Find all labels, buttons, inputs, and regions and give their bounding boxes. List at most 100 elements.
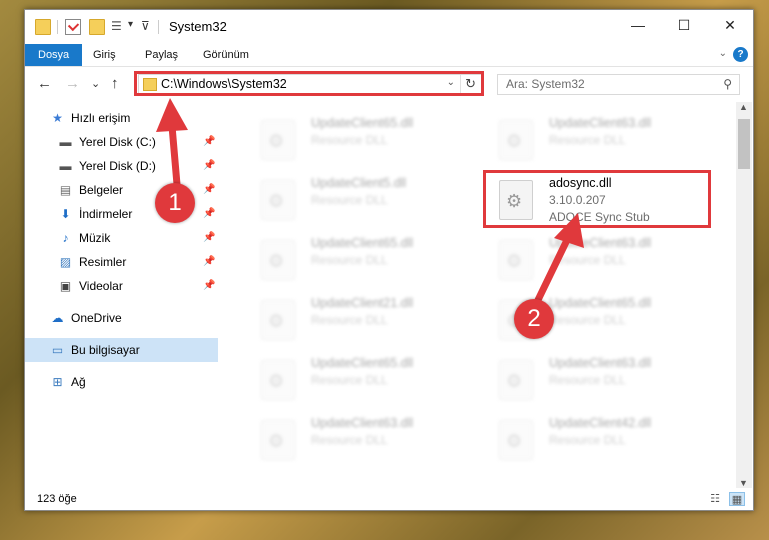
file-list: UpdateClient65.dll Resource DLL UpdateCl… <box>219 102 735 488</box>
file-item[interactable]: UpdateClient5.dll Resource DLL <box>241 174 469 226</box>
file-type: Resource DLL <box>311 133 388 147</box>
file-type: Resource DLL <box>549 313 626 327</box>
sidebar-item-drive-c[interactable]: ▬ Yerel Disk (C:) 📌 <box>25 130 218 154</box>
pin-icon: 📌 <box>203 136 216 147</box>
file-item[interactable]: UpdateClient65.dll Resource DLL <box>241 354 469 406</box>
recent-locations-button[interactable]: ⌄ <box>91 77 100 90</box>
sidebar-item-label: Yerel Disk (C:) <box>79 135 156 149</box>
file-highlight-box <box>483 170 711 228</box>
file-name: UpdateClient42.dll <box>549 416 652 430</box>
file-item[interactable]: UpdateClient63.dll Resource DLL <box>479 354 707 406</box>
file-item[interactable]: UpdateClient63.dll Resource DLL <box>479 114 707 166</box>
computer-icon: ▭ <box>51 343 64 357</box>
file-name: UpdateClient63.dll <box>549 116 652 130</box>
up-button[interactable]: ↑ <box>111 75 119 92</box>
file-type: Resource DLL <box>311 253 388 267</box>
sidebar-item-label: Bu bilgisayar <box>71 343 140 357</box>
scroll-thumb[interactable] <box>738 119 750 169</box>
details-view-icon[interactable]: ☷ <box>707 492 723 506</box>
scroll-up-icon[interactable]: ▲ <box>739 102 748 112</box>
pin-icon: 📌 <box>203 160 216 171</box>
file-type: Resource DLL <box>311 193 388 207</box>
sidebar-item-videos[interactable]: ▣ Videolar 📌 <box>25 274 218 298</box>
dll-file-icon <box>499 420 533 460</box>
status-bar: 123 öğe ☷ ▦ <box>25 489 753 510</box>
ribbon-tabs: Dosya Giriş Paylaş Görünüm ⌄ ? <box>25 44 753 67</box>
dll-file-icon <box>499 240 533 280</box>
new-folder-icon[interactable] <box>89 19 105 35</box>
sidebar-item-label: Ağ <box>71 375 86 389</box>
documents-icon: ▤ <box>59 183 72 197</box>
quick-access-dropdown-icon[interactable]: ⊽ <box>141 19 150 33</box>
tab-file[interactable]: Dosya <box>25 44 83 66</box>
drive-icon: ▬ <box>59 159 72 173</box>
divider <box>158 20 159 34</box>
chevron-down-icon[interactable]: ▾ <box>128 19 133 30</box>
sidebar-item-drive-d[interactable]: ▬ Yerel Disk (D:) 📌 <box>25 154 218 178</box>
help-icon[interactable]: ? <box>733 47 748 62</box>
sidebar-item-music[interactable]: ♪ Müzik 📌 <box>25 226 218 250</box>
file-name: UpdateClient63.dll <box>549 356 652 370</box>
file-type: Resource DLL <box>311 313 388 327</box>
customize-icon[interactable]: ☰ <box>111 19 125 33</box>
window-title: System32 <box>169 19 227 34</box>
sidebar-item-label: Müzik <box>79 231 111 245</box>
tab-home[interactable]: Giriş <box>83 44 126 66</box>
file-name: UpdateClient21.dll <box>311 296 414 310</box>
file-type: Resource DLL <box>549 373 626 387</box>
maximize-button[interactable]: ☐ <box>661 10 707 40</box>
sidebar-item-network[interactable]: ⊞ Ağ <box>25 370 218 394</box>
pin-icon: 📌 <box>203 280 216 291</box>
dll-file-icon <box>261 360 295 400</box>
file-item[interactable]: UpdateClient63.dll Resource DLL <box>241 414 469 466</box>
tiles-view-icon[interactable]: ▦ <box>729 492 745 506</box>
file-type: Resource DLL <box>311 373 388 387</box>
file-item[interactable]: UpdateClient65.dll Resource DLL <box>241 114 469 166</box>
download-icon: ⬇ <box>60 207 71 221</box>
back-button[interactable]: ← <box>37 75 52 92</box>
folder-icon <box>35 19 51 35</box>
forward-button[interactable]: → <box>65 75 80 92</box>
address-highlight-box <box>134 71 484 96</box>
file-item[interactable]: UpdateClient21.dll Resource DLL <box>241 294 469 346</box>
tab-share[interactable]: Paylaş <box>135 44 188 66</box>
expand-ribbon-icon[interactable]: ⌄ <box>719 48 727 59</box>
pin-icon: 📌 <box>203 256 216 267</box>
properties-icon[interactable] <box>65 19 81 35</box>
file-name: UpdateClient65.dll <box>311 236 414 250</box>
navigation-pane: ★ Hızlı erişim ▬ Yerel Disk (C:) 📌 ▬ Yer… <box>25 106 218 491</box>
file-type: Resource DLL <box>311 433 388 447</box>
sidebar-item-label: Yerel Disk (D:) <box>79 159 156 173</box>
explorer-window: ☰ ▾ ⊽ System32 — ☐ ✕ Dosya Giriş Paylaş … <box>24 9 754 511</box>
file-name: UpdateClient63.dll <box>549 236 652 250</box>
sidebar-item-this-pc[interactable]: ▭ Bu bilgisayar <box>25 338 218 362</box>
dll-file-icon <box>499 120 533 160</box>
close-button[interactable]: ✕ <box>707 10 753 40</box>
file-item[interactable]: UpdateClient63.dll Resource DLL <box>479 234 707 286</box>
file-name: UpdateClient5.dll <box>311 176 407 190</box>
file-item[interactable]: UpdateClient65.dll Resource DLL <box>241 234 469 286</box>
sidebar-item-label: OneDrive <box>71 311 122 325</box>
dll-file-icon <box>261 300 295 340</box>
music-icon: ♪ <box>62 231 69 245</box>
minimize-button[interactable]: — <box>615 10 661 40</box>
sidebar-item-label: Resimler <box>79 255 127 269</box>
dll-file-icon <box>261 420 295 460</box>
vertical-scrollbar[interactable]: ▲ ▼ <box>736 102 752 488</box>
sidebar-item-quick-access[interactable]: ★ Hızlı erişim <box>25 106 218 130</box>
dll-file-icon <box>261 180 295 220</box>
dll-file-icon <box>261 240 295 280</box>
sidebar-item-label: Hızlı erişim <box>71 111 131 125</box>
file-name: UpdateClient65.dll <box>311 116 414 130</box>
sidebar-item-pictures[interactable]: ▨ Resimler 📌 <box>25 250 218 274</box>
dll-file-icon <box>499 360 533 400</box>
search-input[interactable]: Ara: System32 ⚲ <box>497 74 740 95</box>
tab-view[interactable]: Görünüm <box>193 44 259 66</box>
sidebar-item-label: İndirmeler <box>79 207 133 221</box>
scroll-down-icon[interactable]: ▼ <box>739 478 748 488</box>
search-placeholder: Ara: System32 <box>506 77 585 91</box>
search-icon[interactable]: ⚲ <box>723 77 732 91</box>
navigation-bar: ← → ⌄ ↑ C:\Windows\System32 ⌄ ↻ Ara: Sys… <box>25 67 753 101</box>
sidebar-item-onedrive[interactable]: ☁ OneDrive <box>25 306 218 330</box>
file-item[interactable]: UpdateClient42.dll Resource DLL <box>479 414 707 466</box>
